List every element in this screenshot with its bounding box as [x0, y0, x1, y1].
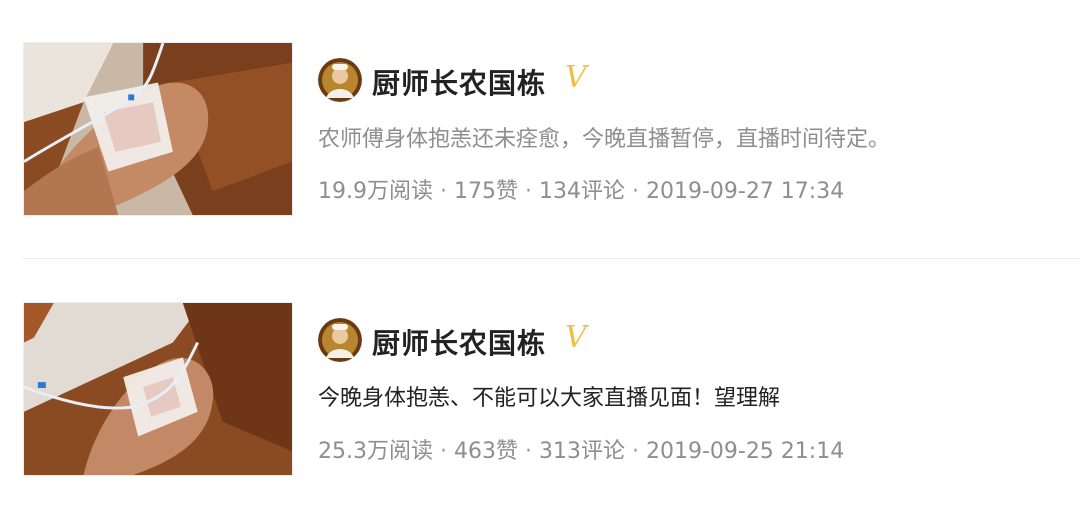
author-name[interactable]: 厨师长农国栋	[372, 62, 546, 102]
post-thumbnail-image[interactable]	[23, 42, 293, 216]
meta-separator: ·	[517, 179, 539, 204]
verified-badge-icon: V	[565, 60, 587, 95]
comment-count: 313评论	[538, 439, 625, 464]
author-avatar[interactable]	[318, 58, 362, 102]
meta-separator: ·	[433, 439, 454, 464]
meta-separator: ·	[624, 439, 646, 464]
author-name[interactable]: 厨师长农国栋	[372, 322, 546, 362]
post-card[interactable]: 厨师长农国栋 V 今晚身体抱恙、不能可以大家直播见面！望理解 25.3万阅读 ·…	[0, 259, 1080, 476]
meta-separator: ·	[517, 439, 539, 464]
post-timestamp: 2019-09-27 17:34	[645, 179, 845, 204]
post-text[interactable]: 今晚身体抱恙、不能可以大家直播见面！望理解	[318, 380, 780, 412]
post-timestamp: 2019-09-25 21:14	[645, 439, 845, 464]
post-thumbnail-image[interactable]	[23, 302, 293, 476]
like-count: 175赞	[453, 179, 518, 204]
like-count: 463赞	[453, 439, 518, 464]
post-card[interactable]: 厨师长农国栋 V 农师傅身体抱恙还未痊愈，今晚直播暂停，直播时间待定。 19.9…	[0, 0, 1080, 216]
verified-badge-icon: V	[565, 320, 587, 355]
post-text[interactable]: 农师傅身体抱恙还未痊愈，今晚直播暂停，直播时间待定。	[318, 121, 890, 153]
meta-separator: ·	[433, 179, 454, 204]
post-meta: 25.3万阅读 · 463赞 · 313评论 · 2019-09-25 21:1…	[318, 433, 844, 465]
meta-separator: ·	[624, 179, 646, 204]
author-avatar[interactable]	[318, 318, 362, 362]
comment-count: 134评论	[538, 179, 625, 204]
post-meta: 19.9万阅读 · 175赞 · 134评论 · 2019-09-27 17:3…	[318, 173, 844, 205]
read-count: 25.3万阅读	[318, 439, 433, 464]
read-count: 19.9万阅读	[318, 179, 433, 204]
